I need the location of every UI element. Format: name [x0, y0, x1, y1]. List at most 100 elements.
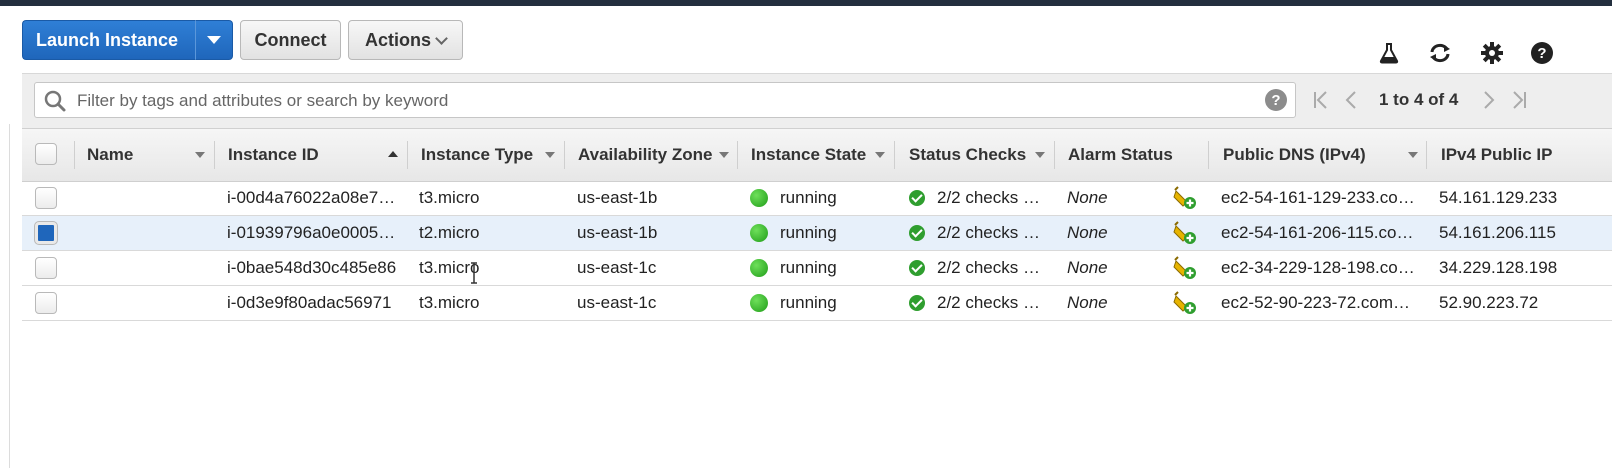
check-circle-icon — [909, 225, 925, 241]
cell-ipv4-public-ip[interactable]: 54.161.129.233 — [1439, 181, 1612, 215]
instance-state-text: running — [780, 188, 837, 207]
instance-state-text: running — [780, 258, 837, 277]
cell-alarm-status: None — [1067, 258, 1108, 277]
filter-bar: ? 1 to 4 of 4 — [22, 73, 1612, 128]
chevron-down-icon — [435, 31, 448, 45]
cell-availability-zone: us-east-1c — [577, 293, 657, 312]
sort-caret-icon[interactable] — [1408, 152, 1418, 158]
table-row[interactable]: i-0d3e9f80adac56971 t3.micro us-east-1c run… — [22, 286, 1612, 321]
create-alarm-icon[interactable] — [1172, 181, 1202, 215]
connect-button[interactable]: Connect — [240, 20, 341, 60]
search-icon — [43, 89, 67, 118]
actions-label: Actions — [364, 29, 431, 50]
create-alarm-icon[interactable] — [1172, 286, 1202, 320]
text-cursor-icon — [471, 262, 477, 284]
cell-instance-type: t3.micro — [419, 293, 480, 312]
select-all-checkbox[interactable] — [35, 143, 57, 165]
column-header-instance-type[interactable]: Instance Type — [421, 129, 533, 181]
flask-icon[interactable] — [1376, 40, 1402, 66]
column-header-ipv4-public-ip[interactable]: IPv4 Public IP — [1441, 129, 1553, 181]
cell-name — [87, 251, 207, 285]
create-alarm-icon[interactable] — [1172, 251, 1202, 285]
table-header: Name Instance ID Instance Type Availabil… — [22, 128, 1612, 182]
row-checkbox[interactable] — [35, 257, 57, 279]
actions-button[interactable]: Actions — [348, 20, 463, 60]
svg-text:?: ? — [1537, 45, 1546, 62]
column-header-instance-id[interactable]: Instance ID — [228, 129, 319, 181]
cell-instance-type: t2.micro — [419, 223, 480, 242]
left-divider — [9, 124, 10, 468]
sort-caret-icon[interactable] — [719, 152, 729, 158]
last-page-icon[interactable] — [1510, 88, 1528, 112]
cell-instance-state: running — [750, 251, 890, 285]
cell-ipv4-public-ip[interactable]: 54.161.206.115 — [1439, 216, 1612, 250]
cell-instance-id[interactable]: i-00d4a76022a08e7… — [227, 181, 402, 215]
cell-public-dns[interactable]: ec2-54-161-129-233.co… — [1221, 181, 1421, 215]
status-checks-text: 2/2 checks … — [937, 293, 1040, 312]
row-checkbox[interactable] — [35, 292, 57, 314]
cell-alarm-status: None — [1067, 223, 1108, 242]
cell-instance-id[interactable]: i-0d3e9f80adac56971 — [227, 286, 402, 320]
running-status-icon — [750, 259, 768, 277]
table-row[interactable]: i-00d4a76022a08e7… t3.micro us-east-1b runn… — [22, 181, 1612, 216]
launch-instance-dropdown[interactable] — [195, 20, 233, 60]
row-checkbox[interactable] — [35, 187, 57, 209]
cell-public-dns[interactable]: ec2-54-161-206-115.co… — [1221, 216, 1421, 250]
search-help-icon[interactable]: ? — [1265, 89, 1287, 111]
status-checks-text: 2/2 checks … — [937, 188, 1040, 207]
cell-instance-state: running — [750, 181, 890, 215]
status-checks-text: 2/2 checks … — [937, 223, 1040, 242]
pagination-text: 1 to 4 of 4 — [1379, 90, 1459, 109]
cell-ipv4-public-ip[interactable]: 34.229.128.198 — [1439, 251, 1612, 285]
cell-alarm-status: None — [1067, 293, 1108, 312]
cell-name — [87, 216, 207, 250]
cell-instance-state: running — [750, 286, 890, 320]
sort-caret-icon[interactable] — [195, 152, 205, 158]
sort-ascending-icon[interactable] — [388, 151, 398, 157]
check-circle-icon — [909, 190, 925, 206]
status-checks-text: 2/2 checks … — [937, 258, 1040, 277]
search-box: ? — [34, 82, 1296, 118]
column-header-instance-state[interactable]: Instance State — [751, 129, 866, 181]
cell-instance-type: t3.micro — [419, 258, 480, 277]
cell-availability-zone: us-east-1b — [577, 223, 658, 242]
instance-state-text: running — [780, 223, 837, 242]
check-circle-icon — [909, 295, 925, 311]
help-icon[interactable]: ? — [1529, 40, 1555, 66]
cell-public-dns[interactable]: ec2-52-90-223-72.com… — [1221, 286, 1421, 320]
column-header-public-dns[interactable]: Public DNS (IPv4) — [1223, 129, 1366, 181]
row-checkbox[interactable] — [35, 222, 57, 244]
table-row[interactable]: i-01939796a0e0005… t2.micro us-east-1b runn… — [22, 216, 1612, 251]
cell-public-dns[interactable]: ec2-34-229-128-198.co… — [1221, 251, 1421, 285]
launch-instance-button[interactable]: Launch Instance — [22, 20, 195, 60]
search-input[interactable] — [75, 85, 1259, 117]
cell-status-checks[interactable]: 2/2 checks … — [909, 251, 1049, 285]
cell-ipv4-public-ip[interactable]: 52.90.223.72 — [1439, 286, 1612, 320]
next-page-icon[interactable] — [1482, 88, 1496, 112]
table-row[interactable]: i-0bae548d30c485e86 t3.micro us-east-1c run… — [22, 251, 1612, 286]
gear-icon[interactable] — [1479, 40, 1505, 66]
cell-name — [87, 181, 207, 215]
column-header-name[interactable]: Name — [87, 129, 133, 181]
prev-page-icon[interactable] — [1344, 88, 1358, 112]
column-header-availability-zone[interactable]: Availability Zone — [578, 129, 712, 181]
cell-status-checks[interactable]: 2/2 checks … — [909, 181, 1049, 215]
caret-down-icon — [207, 36, 221, 44]
check-circle-icon — [909, 260, 925, 276]
column-header-status-checks[interactable]: Status Checks — [909, 129, 1026, 181]
column-header-alarm-status[interactable]: Alarm Status — [1068, 129, 1173, 181]
sort-caret-icon[interactable] — [875, 152, 885, 158]
cell-instance-id[interactable]: i-0bae548d30c485e86 — [227, 251, 402, 285]
cell-instance-id[interactable]: i-01939796a0e0005… — [227, 216, 402, 250]
sort-caret-icon[interactable] — [545, 152, 555, 158]
cell-availability-zone: us-east-1b — [577, 188, 658, 207]
cell-status-checks[interactable]: 2/2 checks … — [909, 216, 1049, 250]
first-page-icon[interactable] — [1312, 88, 1330, 112]
cell-instance-type: t3.micro — [419, 188, 480, 207]
create-alarm-icon[interactable] — [1172, 216, 1202, 250]
refresh-icon[interactable] — [1427, 40, 1453, 66]
top-nav-bar — [0, 0, 1612, 6]
sort-caret-icon[interactable] — [1035, 152, 1045, 158]
running-status-icon — [750, 189, 768, 207]
cell-status-checks[interactable]: 2/2 checks … — [909, 286, 1049, 320]
